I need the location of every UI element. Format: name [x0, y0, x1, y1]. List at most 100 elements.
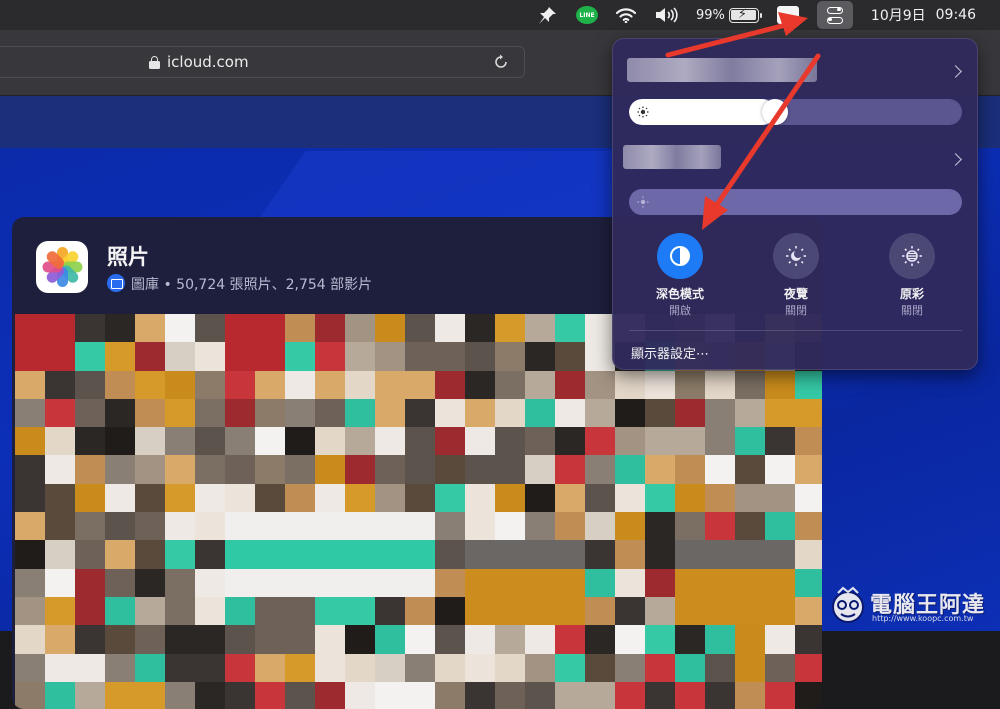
photo-pixel	[105, 314, 135, 343]
photo-pixel	[165, 483, 195, 513]
photo-pixel	[15, 427, 45, 456]
photo-pixel	[765, 427, 795, 456]
photo-pixel	[375, 483, 405, 513]
photo-pixel	[105, 483, 135, 513]
photo-pixel	[735, 681, 765, 709]
photo-pixel	[435, 512, 465, 541]
photo-pixel	[495, 681, 525, 709]
brightness-slider[interactable]	[629, 99, 962, 125]
photo-pixel	[15, 596, 45, 626]
photo-pixel	[465, 681, 495, 709]
photo-pixel	[585, 427, 615, 456]
menu-time[interactable]: 09:46	[936, 7, 976, 23]
photo-pixel	[45, 398, 75, 428]
library-icon	[107, 274, 125, 292]
battery-status[interactable]: 99% ⚡	[696, 0, 762, 30]
line-app-icon[interactable]: LINE	[576, 0, 598, 30]
dark-mode-button[interactable]	[657, 233, 703, 279]
photo-pixel	[315, 455, 345, 484]
photo-pixel	[285, 540, 315, 569]
photo-pixel	[705, 540, 735, 569]
photos-app-icon[interactable]	[36, 241, 88, 293]
night-shift-button[interactable]	[773, 233, 819, 279]
display-settings-link[interactable]: 顯示器設定⋯	[631, 343, 709, 362]
photo-pixel	[315, 540, 345, 569]
wifi-icon[interactable]	[616, 0, 636, 30]
photo-pixel	[45, 427, 75, 456]
photo-pixel	[255, 427, 285, 456]
photo-pixel	[75, 596, 105, 626]
photo-pixel	[255, 342, 285, 371]
photo-pixel	[795, 625, 822, 654]
photo-pixel	[645, 455, 675, 484]
photo-pixel	[45, 540, 75, 569]
menu-date[interactable]: 10月9日	[871, 0, 926, 30]
photo-pixel	[165, 427, 195, 456]
photo-pixel	[285, 398, 315, 428]
true-tone-icon	[902, 246, 922, 266]
photo-pixel	[585, 596, 615, 626]
photo-pixel	[795, 653, 822, 682]
photo-pixel	[195, 370, 225, 399]
reload-icon[interactable]	[493, 54, 509, 70]
photo-pixel	[645, 540, 675, 569]
control-center-button[interactable]	[816, 0, 853, 30]
photo-pixel	[465, 398, 495, 428]
photo-pixel	[225, 681, 255, 709]
photo-pixel	[165, 625, 195, 654]
photo-pixel	[255, 540, 285, 569]
photo-pixel	[615, 653, 645, 682]
brightness-slider-knob[interactable]	[762, 99, 788, 125]
photo-pixel	[765, 512, 795, 541]
photo-pixel	[705, 483, 735, 513]
photo-pixel	[615, 427, 645, 456]
photo-pixel	[735, 596, 765, 626]
photo-pixel	[555, 314, 585, 343]
photo-pixel	[165, 568, 195, 597]
photo-pixel	[315, 398, 345, 428]
photo-pixel	[45, 483, 75, 513]
photos-title[interactable]: 照片	[107, 241, 149, 271]
photo-pixel	[345, 596, 375, 626]
chevron-right-icon[interactable]	[949, 65, 962, 78]
photo-pixel	[795, 540, 822, 569]
photo-pixel	[585, 653, 615, 682]
photo-pixel	[75, 512, 105, 541]
photo-pixel	[405, 314, 435, 343]
external-brightness-slider[interactable]	[629, 189, 962, 215]
photo-pixel	[285, 314, 315, 343]
pin-icon[interactable]	[536, 0, 558, 30]
photo-pixel	[315, 483, 345, 513]
volume-icon[interactable]	[654, 0, 678, 30]
photo-pixel	[225, 342, 255, 371]
photo-pixel	[585, 540, 615, 569]
photo-pixel	[195, 512, 225, 541]
photo-pixel	[135, 681, 165, 709]
photo-pixel	[645, 370, 675, 399]
chevron-right-icon[interactable]	[949, 153, 962, 166]
photo-pixel	[285, 483, 315, 513]
photo-pixel	[765, 483, 795, 513]
true-tone-button[interactable]	[889, 233, 935, 279]
photo-pixel	[285, 596, 315, 626]
dark-mode-label: 深色模式	[655, 287, 704, 301]
photo-pixel	[555, 596, 585, 626]
photo-pixel	[375, 540, 405, 569]
photo-pixel	[495, 512, 525, 541]
photo-pixel	[375, 398, 405, 428]
photo-pixel	[525, 653, 555, 682]
photo-pixel	[315, 512, 345, 541]
control-center-icon	[816, 1, 853, 29]
photo-pixel	[375, 370, 405, 399]
app-status-icon[interactable]	[776, 0, 799, 30]
photo-thumbnails-pixelated[interactable]	[15, 314, 822, 709]
photo-pixel	[405, 398, 435, 428]
photo-pixel	[345, 681, 375, 709]
photo-pixel	[405, 427, 435, 456]
address-bar[interactable]: icloud.com	[0, 46, 525, 78]
photo-pixel	[75, 653, 105, 682]
photo-pixel	[195, 483, 225, 513]
photo-pixel	[225, 625, 255, 654]
photo-pixel	[105, 512, 135, 541]
photo-pixel	[345, 483, 375, 513]
